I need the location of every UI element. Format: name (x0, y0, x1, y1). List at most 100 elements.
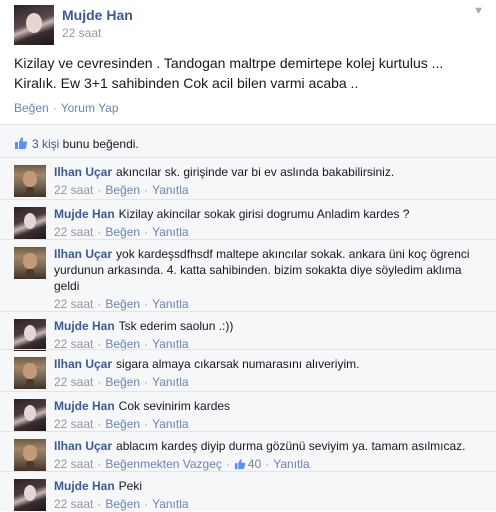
comment-avatar[interactable] (14, 207, 46, 239)
comment-timestamp[interactable]: 22 saat (54, 417, 93, 431)
comment-avatar[interactable] (14, 165, 46, 197)
separator-dot: · (144, 417, 149, 431)
comment-author[interactable]: Ilhan Uçar (54, 357, 112, 371)
comment-body: Mujde Han Cok sevinirim kardes 22 saat · Beğ… (54, 398, 486, 432)
separator-dot: · (97, 457, 102, 471)
comment-timestamp[interactable]: 22 saat (54, 497, 93, 511)
post-timestamp[interactable]: 22 saat (62, 26, 101, 40)
comment-avatar[interactable] (14, 357, 46, 389)
comment-meta: 22 saat · Beğen · Yanıtla (54, 182, 486, 198)
separator-dot: · (225, 457, 230, 471)
separator-dot: · (144, 225, 149, 239)
comment-meta: 22 saat · Beğen · Yanıtla (54, 496, 486, 512)
comment-avatar[interactable] (14, 399, 46, 431)
comment-timestamp[interactable]: 22 saat (54, 183, 93, 197)
comment-likes-count[interactable]: 40 (234, 457, 261, 471)
post-author-avatar[interactable] (14, 5, 54, 45)
comment-text-row: Mujde Han Peki (54, 478, 486, 494)
comment-timestamp[interactable]: 22 saat (54, 375, 93, 389)
comment-reply-button[interactable]: Yanıtla (152, 417, 188, 431)
comment-like-button[interactable]: Beğen (105, 417, 140, 431)
comment-text-row: Ilhan Uçar akıncılar sk. girişinde var bi… (54, 164, 486, 180)
comment-author[interactable]: Ilhan Uçar (54, 247, 112, 261)
post-comment-button[interactable]: Yorum Yap (61, 101, 119, 115)
comment-body: Ilhan Uçar sigara almaya cıkarsak numaras… (54, 356, 486, 390)
separator-dot: · (144, 497, 149, 511)
separator-dot: · (97, 375, 102, 389)
comment-author[interactable]: Mujde Han (54, 399, 115, 413)
comment-reply-button[interactable]: Yanıtla (152, 297, 188, 311)
comment-author[interactable]: Mujde Han (54, 319, 115, 333)
separator-dot: · (97, 183, 102, 197)
comment-item: Ilhan Uçar sigara almaya cıkarsak numaras… (0, 349, 496, 391)
comment-author[interactable]: Mujde Han (54, 207, 115, 221)
likes-summary: 3 kişi bunu beğendi. (14, 136, 139, 151)
comment-divider (0, 157, 496, 158)
separator-dot: · (144, 297, 149, 311)
comment-avatar[interactable] (14, 479, 46, 511)
comment-timestamp[interactable]: 22 saat (54, 225, 93, 239)
comment-avatar[interactable] (14, 319, 46, 351)
comment-timestamp[interactable]: 22 saat (54, 297, 93, 311)
comment-meta: 22 saat · Beğenmekten Vazgeç · 40 · Yanıtla (54, 456, 486, 472)
post-text-line: Kizilay ve cevresinden . Tandogan maltrp… (14, 55, 444, 71)
comment-likes-number: 40 (247, 457, 262, 471)
comment-item: Mujde Han Cok sevinirim kardes 22 saat · Beğ… (0, 391, 496, 431)
comment-avatar[interactable] (14, 439, 46, 471)
comment-body: Mujde Han Peki 22 saat · Beğen · Yanıtla (54, 478, 486, 512)
comment-divider (0, 349, 496, 350)
comment-reply-button[interactable]: Yanıtla (152, 375, 188, 389)
comment-reply-button[interactable]: Yanıtla (152, 497, 188, 511)
comment-body: Ilhan Uçar ablacım kardeş diyip durma göz… (54, 438, 486, 472)
comment-text: akıncılar sk. girişinde var bi ev aslınd… (116, 165, 395, 179)
comment-body: Ilhan Uçar akıncılar sk. girişinde var bi… (54, 164, 486, 198)
likes-suffix: bunu beğendi. (59, 137, 139, 151)
comment-like-button[interactable]: Beğen (105, 183, 140, 197)
comment-text: Peki (118, 479, 143, 493)
comment-like-button[interactable]: Beğenmekten Vazgeç (105, 457, 222, 471)
post-actions: Beğen · Yorum Yap (14, 101, 119, 115)
comment-reply-button[interactable]: Yanıtla (152, 225, 188, 239)
comment-text-row: Ilhan Uçar sigara almaya cıkarsak numaras… (54, 356, 486, 372)
comment-text-row: Mujde Han Kizilay akincilar sokak girisi … (54, 206, 486, 222)
comment-like-button[interactable]: Beğen (105, 497, 140, 511)
comment-avatar[interactable] (14, 247, 46, 279)
comment-like-button[interactable]: Beğen (105, 225, 140, 239)
comment-reply-button[interactable]: Yanıtla (273, 457, 309, 471)
comment-item: Mujde Han Peki 22 saat · Beğen · Yanıtla (0, 471, 496, 511)
post-author-name[interactable]: Mujde Han (62, 7, 133, 23)
separator-dot: · (144, 183, 149, 197)
separator-dot: · (97, 297, 102, 311)
comment-text-row: Mujde Han Tsk ederim saolun .:)) (54, 318, 486, 334)
comment-text-row: Mujde Han Cok sevinirim kardes (54, 398, 486, 414)
thumbs-up-icon (234, 459, 246, 470)
comment-like-button[interactable]: Beğen (105, 297, 140, 311)
comment-item: Ilhan Uçar akıncılar sk. girişinde var bi… (0, 157, 496, 199)
separator-dot: · (265, 457, 270, 471)
comment-like-button[interactable]: Beğen (105, 375, 140, 389)
comment-author[interactable]: Ilhan Uçar (54, 439, 112, 453)
comment-meta: 22 saat · Beğen · Yanıtla (54, 224, 486, 240)
thumbs-up-icon (15, 137, 28, 149)
comment-text: ablacım kardeş diyip durma gözünü seviyi… (116, 439, 466, 453)
comment-reply-button[interactable]: Yanıtla (152, 183, 188, 197)
comment-body: Mujde Han Kizilay akincilar sokak girisi … (54, 206, 486, 240)
comment-author[interactable]: Ilhan Uçar (54, 165, 112, 179)
likes-count-link[interactable]: 3 kişi (32, 137, 59, 151)
separator-dot: · (52, 101, 57, 115)
separator-dot: · (144, 375, 149, 389)
comment-text: Kizilay akincilar sokak girisi dogrumu A… (118, 207, 410, 221)
comment-body: Mujde Han Tsk ederim saolun .:)) 22 saat · B… (54, 318, 486, 352)
separator-dot: · (97, 225, 102, 239)
comment-divider (0, 311, 496, 312)
comment-timestamp[interactable]: 22 saat (54, 457, 93, 471)
post-like-button[interactable]: Beğen (14, 101, 49, 115)
chevron-down-icon[interactable]: ▼ (473, 5, 484, 17)
comment-divider (0, 239, 496, 240)
comment-item: Mujde Han Tsk ederim saolun .:)) 22 saat · B… (0, 311, 496, 352)
comment-author[interactable]: Mujde Han (54, 479, 115, 493)
post-header: Mujde Han 22 saat ▼ (14, 5, 496, 45)
comment-text: Tsk ederim saolun .:)) (118, 319, 234, 333)
comment-item: Mujde Han Kizilay akincilar sokak girisi … (0, 199, 496, 239)
comment-divider (0, 391, 496, 392)
